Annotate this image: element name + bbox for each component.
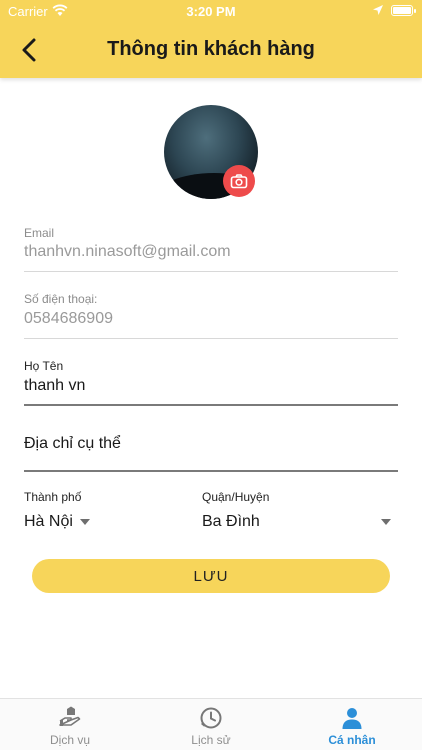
name-label: Họ Tên xyxy=(24,359,64,373)
address-underline xyxy=(24,470,398,472)
email-value: thanhvn.ninasoft@gmail.com xyxy=(24,243,231,260)
battery-icon xyxy=(391,5,416,16)
address-field[interactable] xyxy=(24,431,398,457)
phone-value: 0584686909 xyxy=(24,310,113,327)
person-icon xyxy=(342,708,362,729)
page-title: Thông tin khách hàng xyxy=(107,38,315,60)
phone-label: Số điện thoại: xyxy=(24,292,98,306)
email-label: Email xyxy=(24,226,55,240)
tab-services[interactable]: Dịch vụ xyxy=(0,699,140,750)
change-avatar-button[interactable] xyxy=(223,165,255,197)
district-label: Quận/Huyện xyxy=(202,490,270,504)
history-clock-icon xyxy=(200,707,222,729)
district-dropdown-icon[interactable] xyxy=(381,519,391,525)
status-bar: Carrier 3:20 PM xyxy=(0,0,422,22)
tab-history[interactable]: Lịch sử xyxy=(141,699,281,750)
name-underline xyxy=(24,404,398,406)
city-select[interactable]: Hà Nội xyxy=(24,513,73,531)
tab-profile-label: Cá nhân xyxy=(328,733,376,747)
name-field[interactable] xyxy=(24,373,398,399)
service-hand-icon xyxy=(59,706,81,726)
phone-underline xyxy=(24,338,398,339)
app-header: Carrier 3:20 PM Thông tin khách hàng xyxy=(0,0,422,78)
email-underline xyxy=(24,271,398,272)
tab-profile[interactable]: Cá nhân xyxy=(282,699,422,750)
location-arrow-icon xyxy=(373,5,383,15)
city-dropdown-icon[interactable] xyxy=(80,519,90,525)
tab-bar: Dịch vụ Lịch sử Cá nhân xyxy=(0,698,422,750)
district-select[interactable]: Ba Đình xyxy=(202,513,260,531)
save-button[interactable]: LƯU xyxy=(32,559,390,593)
status-time: 3:20 PM xyxy=(186,4,236,19)
tab-history-label: Lịch sử xyxy=(191,733,231,747)
tab-services-label: Dịch vụ xyxy=(49,733,90,747)
camera-icon xyxy=(230,174,248,189)
city-label: Thành phố xyxy=(24,490,82,504)
